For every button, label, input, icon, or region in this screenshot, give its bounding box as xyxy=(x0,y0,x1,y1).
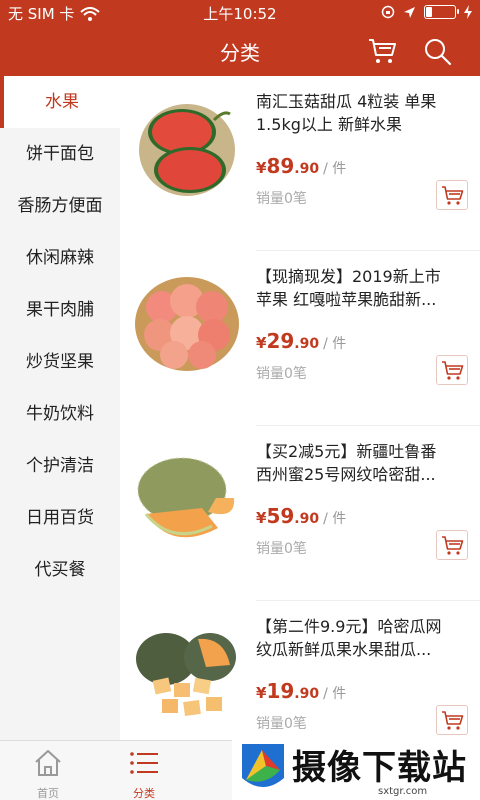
sales-count: 销量0笔 xyxy=(256,541,307,557)
product-price: ¥19.90/ 件 xyxy=(256,679,346,703)
category-icon xyxy=(130,752,158,774)
product-name-line: 纹瓜新鲜瓜果水果甜瓜... xyxy=(256,640,432,659)
currency-symbol: ¥ xyxy=(256,159,267,177)
price-decimal: .90 xyxy=(294,511,320,527)
product-name-line: 【第二件9.9元】哈密瓜网 xyxy=(256,617,442,636)
price-integer: 89 xyxy=(266,154,295,178)
add-to-cart-button[interactable] xyxy=(436,705,468,735)
watermark-logo xyxy=(242,744,284,787)
product-name: 【现摘现发】2019新上市 苹果 红嘎啦苹果脆甜新... xyxy=(256,265,470,311)
product-price: ¥59.90/ 件 xyxy=(256,504,346,528)
product-name-line: 苹果 红嘎啦苹果脆甜新... xyxy=(256,290,437,309)
sidebar-item-sausage-noodles[interactable]: 香肠方便面 xyxy=(0,180,120,232)
search-icon xyxy=(425,39,452,66)
product-name: 【买2减5元】新疆吐鲁番 西州蜜25号网纹哈密甜... xyxy=(256,440,470,486)
tab-home[interactable]: 首页 xyxy=(0,741,96,800)
sidebar-item-biscuit-bread[interactable]: 饼干面包 xyxy=(0,128,120,180)
price-unit: / 件 xyxy=(323,511,347,527)
price-integer: 29 xyxy=(266,329,295,353)
product-name-line: 1.5kg以上 新鲜水果 xyxy=(256,115,402,134)
sidebar-item-meal-delivery[interactable]: 代买餐 xyxy=(0,544,120,596)
watermark-domain: sxtgr.com xyxy=(378,786,428,797)
sidebar-item-dried-fruit-meat[interactable]: 果干肉脯 xyxy=(0,284,120,336)
cart-icon xyxy=(442,711,464,730)
header-search-button[interactable] xyxy=(422,36,454,66)
tab-label: 首页 xyxy=(37,787,59,800)
product-price: ¥29.90/ 件 xyxy=(256,329,346,353)
sidebar-item-daily-goods[interactable]: 日用百货 xyxy=(0,492,120,544)
cart-icon xyxy=(442,536,464,555)
product-name-line: 【买2减5元】新疆吐鲁番 xyxy=(256,442,437,461)
product-card[interactable]: 【第二件9.9元】哈密瓜网 纹瓜新鲜瓜果水果甜瓜... ¥19.90/ 件 销量… xyxy=(120,601,480,740)
product-card[interactable]: 【买2减5元】新疆吐鲁番 西州蜜25号网纹哈密甜... ¥59.90/ 件 销量… xyxy=(120,426,480,601)
product-list: 南汇玉菇甜瓜 4粒装 单果 1.5kg以上 新鲜水果 ¥89.90/ 件 销量0… xyxy=(120,76,480,740)
add-to-cart-button[interactable] xyxy=(436,180,468,210)
price-decimal: .90 xyxy=(294,336,320,352)
sidebar-item-fruit[interactable]: 水果 xyxy=(0,76,120,128)
cart-icon xyxy=(369,39,396,63)
page-title: 分类 xyxy=(220,41,260,65)
cart-icon xyxy=(442,186,464,205)
product-card[interactable]: 南汇玉菇甜瓜 4粒装 单果 1.5kg以上 新鲜水果 ¥89.90/ 件 销量0… xyxy=(120,76,480,251)
watermark-text: 摄像下载站 xyxy=(292,748,467,788)
home-icon xyxy=(35,750,61,776)
cart-icon xyxy=(442,361,464,380)
product-name-line: 南汇玉菇甜瓜 4粒装 单果 xyxy=(256,92,437,111)
location-icon xyxy=(404,6,415,18)
product-name: 南汇玉菇甜瓜 4粒装 单果 1.5kg以上 新鲜水果 xyxy=(256,90,470,136)
price-decimal: .90 xyxy=(294,161,320,177)
price-integer: 19 xyxy=(266,679,295,703)
price-unit: / 件 xyxy=(323,686,347,702)
hami-melon-image xyxy=(137,457,235,538)
rotation-lock-icon xyxy=(381,5,395,19)
product-card[interactable]: 【现摘现发】2019新上市 苹果 红嘎啦苹果脆甜新... ¥29.90/ 件 销… xyxy=(120,251,480,426)
add-to-cart-button[interactable] xyxy=(436,355,468,385)
sidebar-item-nuts[interactable]: 炒货坚果 xyxy=(0,336,120,388)
sales-count: 销量0笔 xyxy=(256,191,307,207)
sales-count: 销量0笔 xyxy=(256,366,307,382)
tab-label: 分类 xyxy=(133,787,155,800)
sidebar-item-personal-care[interactable]: 个护清洁 xyxy=(0,440,120,492)
product-name: 【第二件9.9元】哈密瓜网 纹瓜新鲜瓜果水果甜瓜... xyxy=(256,615,470,661)
header-bar: 分类 xyxy=(0,26,480,76)
product-price: ¥89.90/ 件 xyxy=(256,154,346,178)
price-unit: / 件 xyxy=(323,161,347,177)
watermelon-image xyxy=(139,104,235,196)
sidebar-item-milk-drinks[interactable]: 牛奶饮料 xyxy=(0,388,120,440)
price-integer: 59 xyxy=(266,504,295,528)
cantaloupe-image xyxy=(136,633,236,717)
add-to-cart-button[interactable] xyxy=(436,530,468,560)
charging-icon xyxy=(464,5,472,19)
status-right xyxy=(381,5,472,19)
currency-symbol: ¥ xyxy=(256,334,267,352)
watermark: 摄像下载站 sxtgr.com xyxy=(232,738,480,800)
product-name-line: 西州蜜25号网纹哈密甜... xyxy=(256,465,436,484)
category-sidebar: 水果 饼干面包 香肠方便面 休闲麻辣 果干肉脯 炒货坚果 牛奶饮料 个护清洁 日… xyxy=(0,76,120,740)
sales-count: 销量0笔 xyxy=(256,716,307,732)
currency-symbol: ¥ xyxy=(256,684,267,702)
price-unit: / 件 xyxy=(323,336,347,352)
product-name-line: 【现摘现发】2019新上市 xyxy=(256,267,441,286)
battery-icon xyxy=(424,5,459,19)
currency-symbol: ¥ xyxy=(256,509,267,527)
price-decimal: .90 xyxy=(294,686,320,702)
status-bar: 无 SIM 卡 上午10:52 xyxy=(0,0,480,26)
tab-category[interactable]: 分类 xyxy=(96,741,192,800)
apple-image xyxy=(135,277,239,371)
sidebar-item-spicy-snacks[interactable]: 休闲麻辣 xyxy=(0,232,120,284)
header-cart-button[interactable] xyxy=(366,36,398,66)
